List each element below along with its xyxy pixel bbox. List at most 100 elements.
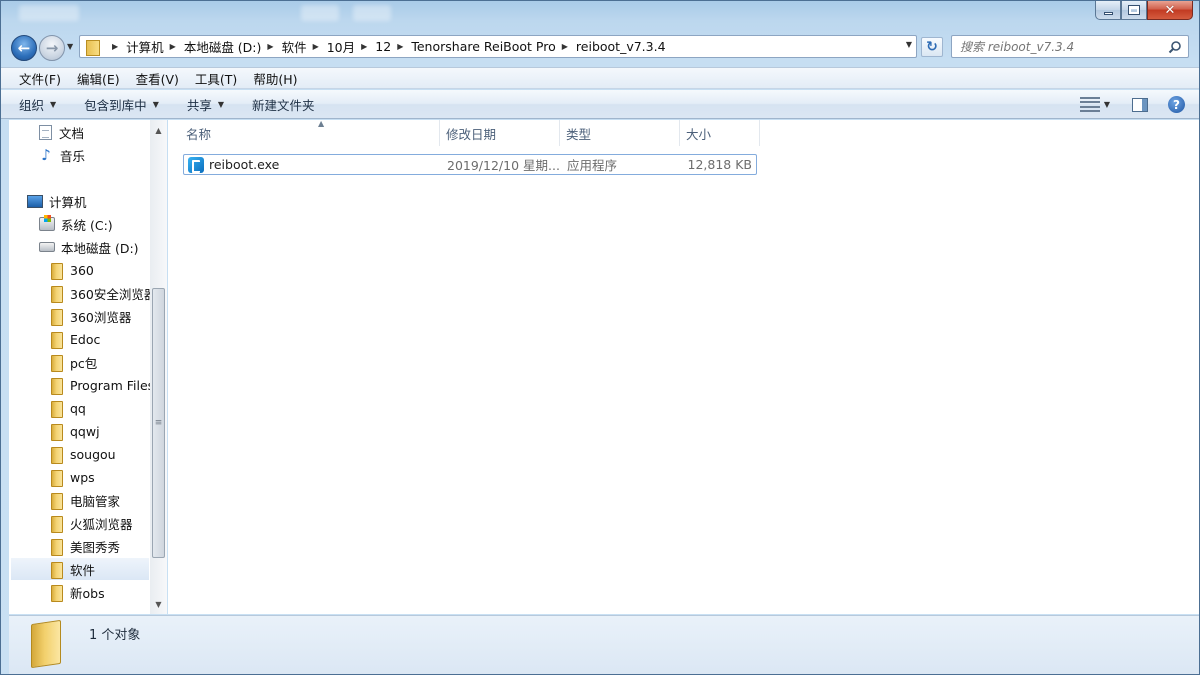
file-row[interactable]: reiboot.exe 2019/12/10 星期... 应用程序 12,818… — [183, 154, 757, 175]
tree-item[interactable]: 文档 — [39, 121, 84, 143]
tree-item[interactable]: 系统 (C:) — [39, 213, 113, 235]
breadcrumb-item[interactable]: ▶ reiboot_v7.3.4 — [556, 39, 666, 54]
maximize-button[interactable] — [1121, 1, 1147, 20]
search-box[interactable] — [951, 35, 1189, 58]
tree-item[interactable]: 本地磁盘 (D:) — [39, 236, 139, 258]
menu-item[interactable]: 查看(V) — [128, 69, 187, 88]
breadcrumb-chevron-icon[interactable]: ▶ — [170, 42, 176, 51]
breadcrumb-chevron-icon[interactable]: ▶ — [313, 42, 319, 51]
tree-item[interactable]: ♪ 音乐 — [39, 144, 85, 166]
exe-icon — [188, 156, 204, 173]
search-input[interactable] — [960, 39, 1160, 54]
address-dropdown-icon[interactable]: ▼ — [906, 40, 912, 49]
tree-item[interactable]: 360 — [49, 259, 94, 281]
close-icon: ✕ — [1164, 2, 1176, 18]
refresh-button[interactable]: ↻ — [921, 37, 943, 57]
tree-item[interactable]: qq — [49, 397, 86, 419]
chevron-down-icon: ▼ — [50, 99, 57, 109]
menu-item[interactable]: 帮助(H) — [245, 69, 305, 88]
command-label: 组织 — [19, 97, 45, 113]
scroll-up-icon[interactable]: ▲ — [150, 122, 167, 138]
breadcrumb: ▶ 计算机 ▶ 本地磁盘 (D:) ▶ 软件 ▶ 10月 ▶ 12 ▶ Tenorshare ReiB… — [106, 37, 666, 56]
tree-item[interactable]: 电脑管家 — [49, 489, 120, 511]
tree-item[interactable]: Edoc — [49, 328, 100, 350]
navigation-pane-scrollbar[interactable]: ▲ ≡ ▼ — [150, 120, 167, 614]
command-button[interactable]: 组织 ▼ — [19, 95, 56, 114]
folder-icon — [84, 39, 100, 56]
column-header-type[interactable]: 类型 — [560, 120, 680, 146]
breadcrumb-chevron-icon[interactable]: ▶ — [267, 42, 273, 51]
tree-item[interactable]: 计算机 — [27, 190, 87, 212]
tree-item[interactable]: 火狐浏览器 — [49, 512, 133, 534]
forward-button[interactable]: → — [39, 35, 65, 61]
tree-item-label: 美图秀秀 — [70, 539, 121, 555]
breadcrumb-chevron-icon[interactable]: ▶ — [361, 42, 367, 51]
column-header-date[interactable]: 修改日期 — [440, 120, 560, 146]
breadcrumb-label: 计算机 — [126, 40, 164, 55]
change-view-icon[interactable] — [1079, 96, 1100, 113]
command-button[interactable]: 包含到库中 ▼ — [84, 95, 159, 114]
tree-item-label: 文档 — [59, 125, 85, 141]
command-button[interactable]: 新建文件夹 — [252, 95, 315, 114]
menu-item[interactable]: 文件(F) — [11, 69, 69, 88]
folder-icon — [49, 377, 63, 395]
breadcrumb-label: 软件 — [281, 40, 307, 55]
document-icon — [39, 124, 52, 140]
column-header-size[interactable]: 大小 — [680, 120, 760, 146]
folder-icon — [49, 400, 63, 418]
tree-item-label: 360 — [70, 262, 94, 278]
breadcrumb-chevron-icon[interactable]: ▶ — [112, 42, 118, 51]
folder-icon — [49, 262, 63, 280]
back-button[interactable]: ← — [11, 35, 37, 61]
tree-item[interactable]: Program Files — [49, 374, 154, 396]
search-icon[interactable] — [1168, 40, 1182, 54]
tree-item[interactable]: sougou — [49, 443, 116, 465]
help-icon[interactable]: ? — [1168, 96, 1185, 113]
tree-item-label: Program Files — [70, 377, 155, 393]
breadcrumb-item[interactable]: ▶ 10月 — [307, 37, 356, 56]
tree-item[interactable]: qqwj — [49, 420, 100, 442]
tree-item-label: 计算机 — [49, 194, 87, 210]
breadcrumb-item[interactable]: ▶ 12 — [355, 39, 391, 54]
breadcrumb-chevron-icon[interactable]: ▶ — [397, 42, 403, 51]
file-size-cell: 12,818 KB — [679, 155, 752, 174]
tree-item[interactable]: wps — [49, 466, 95, 488]
scroll-down-icon[interactable]: ▼ — [150, 596, 167, 612]
column-header-name[interactable]: 名称 ▲ — [180, 119, 440, 146]
tree-item-label: 本地磁盘 (D:) — [61, 240, 139, 256]
command-button[interactable]: 共享 ▼ — [187, 95, 224, 114]
breadcrumb-label: 本地磁盘 (D:) — [183, 40, 262, 55]
breadcrumb-item[interactable]: ▶ 计算机 — [106, 37, 164, 56]
breadcrumb-item[interactable]: ▶ 软件 — [261, 37, 306, 56]
breadcrumb-item[interactable]: ▶ Tenorshare ReiBoot Pro — [391, 39, 556, 54]
folder-icon — [49, 538, 63, 556]
close-button[interactable]: ✕ — [1147, 1, 1193, 20]
breadcrumb-chevron-icon[interactable]: ▶ — [562, 42, 568, 51]
folder-icon — [49, 285, 63, 303]
tree-item-label: qqwj — [70, 423, 100, 439]
menu-item[interactable]: 编辑(E) — [69, 69, 128, 88]
tree-item[interactable]: 软件 — [11, 558, 149, 580]
file-type: 应用程序 — [567, 158, 618, 173]
tree-item[interactable]: 360安全浏览器 — [49, 282, 156, 304]
breadcrumb-item[interactable]: ▶ 本地磁盘 (D:) — [164, 37, 262, 56]
preview-pane-icon[interactable] — [1132, 97, 1148, 112]
caption-buttons: ✕ — [1095, 1, 1193, 20]
scroll-thumb[interactable]: ≡ — [152, 288, 165, 558]
tree-item[interactable]: 360浏览器 — [49, 305, 131, 327]
menu-item[interactable]: 工具(T) — [187, 69, 245, 88]
sort-ascending-icon: ▲ — [318, 119, 325, 128]
address-bar[interactable]: ▶ 计算机 ▶ 本地磁盘 (D:) ▶ 软件 ▶ 10月 ▶ 12 ▶ Tenorshare ReiB… — [79, 35, 917, 58]
minimize-button[interactable] — [1095, 1, 1121, 20]
tree-item[interactable]: pc包 — [49, 351, 97, 373]
folder-icon — [49, 423, 63, 441]
recent-pages-dropdown[interactable]: ▼ — [67, 42, 73, 51]
tree-item[interactable]: 新obs — [49, 581, 105, 603]
view-options-dropdown[interactable]: ▼ — [1104, 100, 1110, 109]
maximize-icon — [1128, 5, 1140, 15]
tree-item[interactable]: 美图秀秀 — [49, 535, 120, 557]
folder-icon — [49, 446, 63, 464]
blurred-title-fragment — [301, 5, 339, 21]
command-bar-right: ▼ ? — [1079, 90, 1199, 119]
column-type-label: 类型 — [566, 126, 592, 142]
